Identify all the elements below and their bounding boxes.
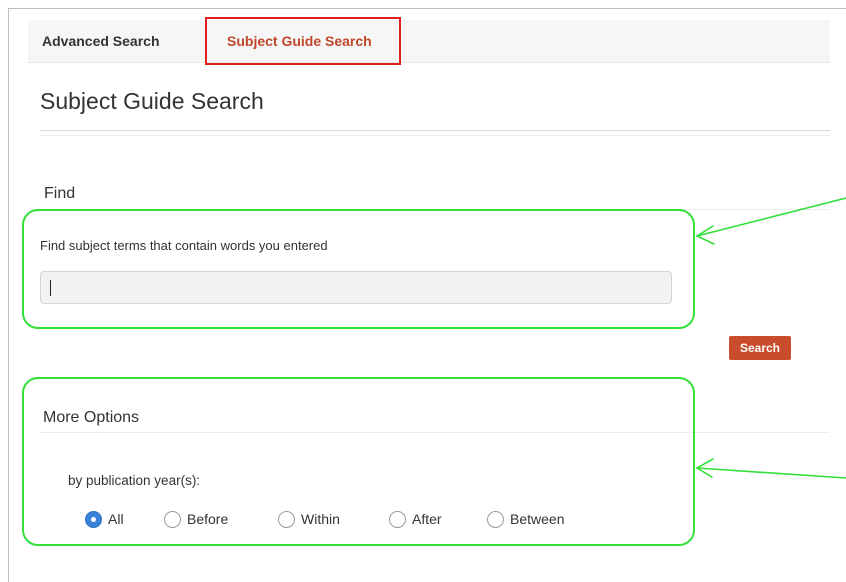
radio-unchecked-icon[interactable] xyxy=(278,510,295,528)
radio-between[interactable]: Between xyxy=(487,508,564,530)
tab-subject-guide-search[interactable]: Subject Guide Search xyxy=(216,20,383,62)
subject-terms-input[interactable] xyxy=(40,271,672,304)
radio-label-all: All xyxy=(108,511,124,527)
radio-label-after: After xyxy=(412,511,442,527)
radio-unchecked-icon[interactable] xyxy=(389,510,406,528)
radio-label-within: Within xyxy=(301,511,340,527)
radio-within[interactable]: Within xyxy=(278,508,340,530)
more-options-divider xyxy=(40,432,830,433)
tab-advanced-search[interactable]: Advanced Search xyxy=(42,20,160,62)
radio-unchecked-icon[interactable] xyxy=(164,510,181,528)
find-instructions-label: Find subject terms that contain words yo… xyxy=(40,238,328,253)
find-heading: Find xyxy=(44,185,76,202)
find-divider xyxy=(40,209,830,210)
title-divider-secondary xyxy=(40,135,830,136)
radio-before[interactable]: Before xyxy=(164,508,228,530)
radio-unchecked-icon[interactable] xyxy=(487,510,504,528)
title-divider xyxy=(40,130,830,131)
text-cursor xyxy=(50,280,51,296)
publication-year-label: by publication year(s): xyxy=(68,473,201,488)
radio-label-before: Before xyxy=(187,511,229,527)
radio-after[interactable]: After xyxy=(389,508,442,530)
radio-all[interactable]: All xyxy=(85,508,124,530)
radio-label-between: Between xyxy=(510,511,565,527)
radio-checked-icon[interactable] xyxy=(85,510,102,528)
search-tab-bar: Advanced Search Subject Guide Search xyxy=(28,20,830,63)
search-button[interactable]: Search xyxy=(729,336,791,360)
more-options-heading: More Options xyxy=(43,409,140,426)
page-title: Subject Guide Search xyxy=(40,88,264,114)
